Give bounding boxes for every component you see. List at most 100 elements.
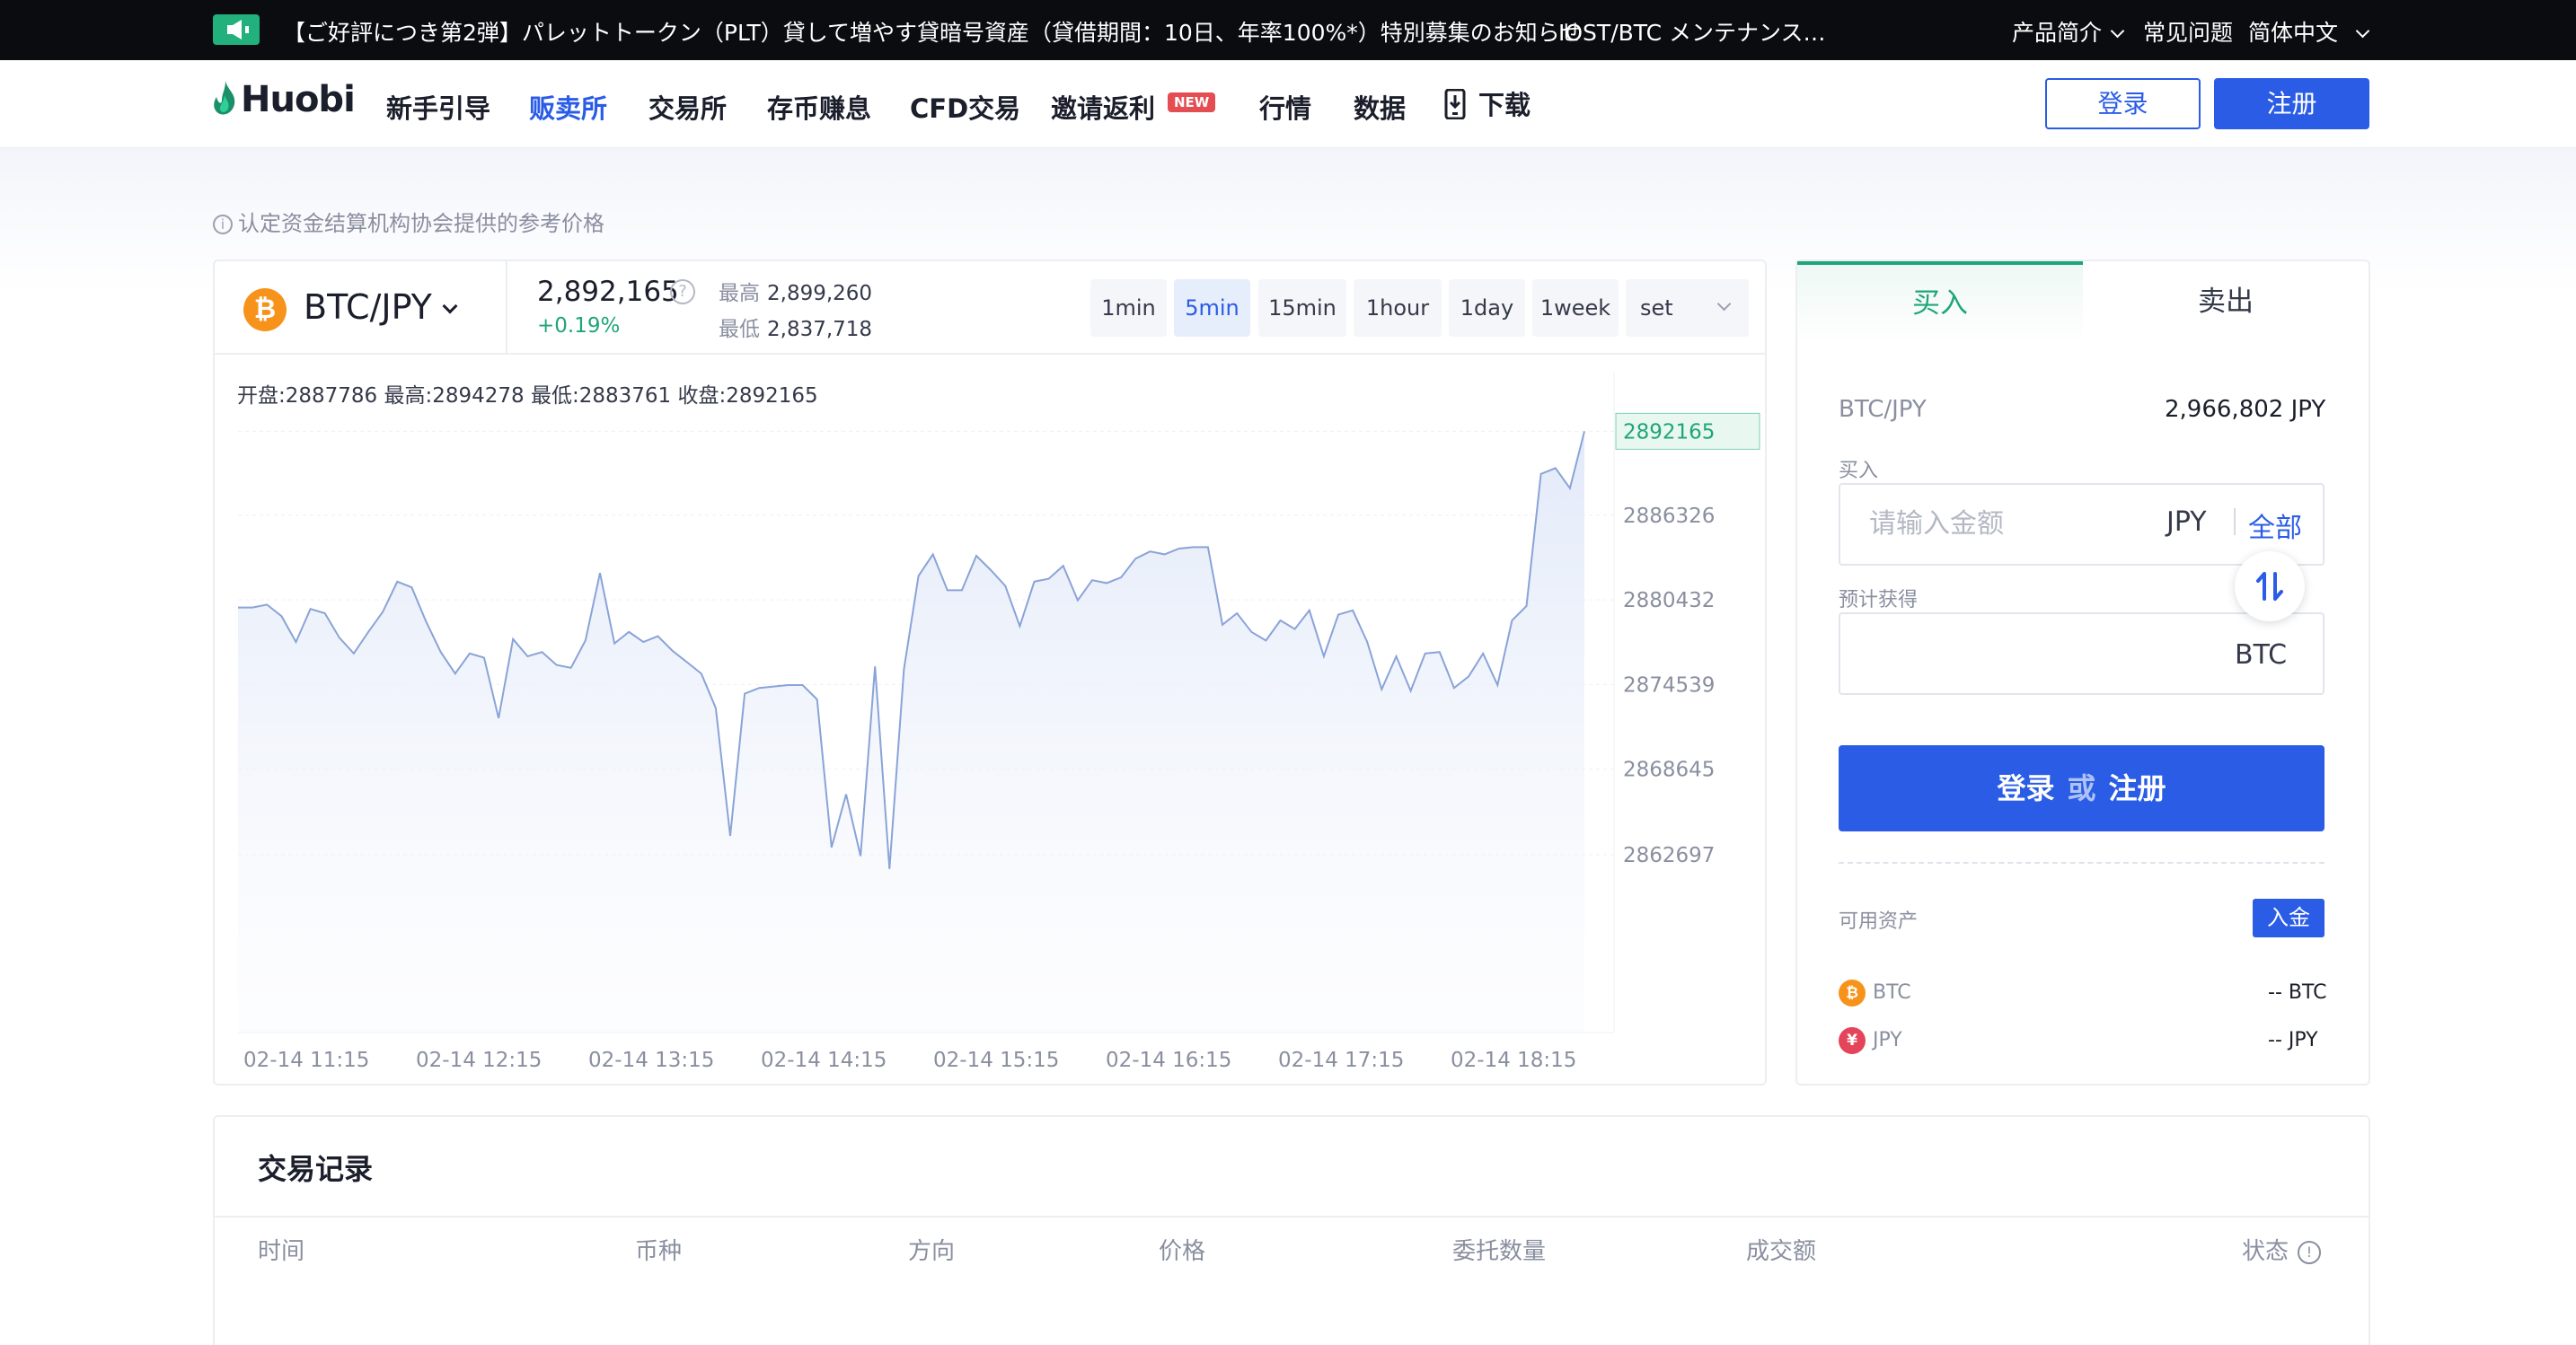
chevron-down-icon: [442, 298, 458, 314]
asset-btc-value: -- BTC: [2268, 981, 2327, 1004]
column-turnover: 成交额: [1746, 1238, 1817, 1265]
chart-settings-select[interactable]: set: [1626, 279, 1749, 337]
low-label: 最低: [719, 318, 760, 341]
chevron-down-icon: [2110, 23, 2125, 39]
nav-item-beginner-guide[interactable]: 新手引导: [386, 88, 490, 126]
unit-divider: [2234, 508, 2236, 535]
y-tick-label: 2886326: [1623, 505, 1715, 528]
nav-item-cfd[interactable]: CFD交易: [910, 88, 1020, 126]
column-coin: 币种: [635, 1238, 683, 1265]
settings-label: set: [1640, 295, 1673, 321]
cta-login: 登录: [1997, 771, 2055, 805]
trade-pair-label: BTC/JPY: [1839, 396, 1927, 423]
y-tick-label: 2862697: [1623, 844, 1715, 867]
announcement-text-2[interactable]: IOST/BTC メンテナンスの...: [1558, 15, 1828, 48]
timeframe-1day[interactable]: 1day: [1449, 279, 1525, 337]
cta-or: 或: [2067, 771, 2096, 805]
asset-jpy-value: -- JPY: [2268, 1029, 2318, 1051]
x-tick-label: 02-14 13:15: [588, 1049, 714, 1072]
dashed-divider: [1839, 862, 2325, 864]
y-tick-label: 2868645: [1623, 759, 1715, 782]
estimate-label: 预计获得: [1839, 589, 1919, 611]
logo-text[interactable]: Huobi: [241, 79, 356, 120]
column-order-quantity: 委托数量: [1452, 1238, 1547, 1265]
price-chart[interactable]: 2886326 2880432 2874539 2868645 2862697 02-1…: [213, 355, 1767, 1084]
trade-records-title: 交易记录: [258, 1152, 374, 1186]
high-value: 2,899,260: [767, 282, 873, 305]
column-price: 价格: [1159, 1238, 1206, 1265]
nav-item-data[interactable]: 数据: [1354, 88, 1406, 126]
x-tick-label: 02-14 12:15: [416, 1049, 542, 1072]
asset-jpy-label: JPY: [1873, 1029, 1902, 1051]
column-direction: 方向: [908, 1238, 956, 1265]
records-divider: [215, 1216, 2369, 1218]
swap-button[interactable]: [2235, 551, 2305, 621]
low-value: 2,837,718: [767, 318, 873, 341]
register-button[interactable]: 注册: [2214, 78, 2369, 129]
trade-quote-price: 2,966,802 JPY: [2165, 396, 2326, 423]
jpy-coin-icon: ¥: [1839, 1027, 1866, 1054]
x-tick-label: 02-14 15:15: [933, 1049, 1059, 1072]
btc-coin-icon: ₿: [1839, 980, 1866, 1007]
timeframe-5min[interactable]: 5min: [1174, 279, 1250, 337]
help-icon[interactable]: ?: [670, 279, 695, 304]
column-status-label: 状态: [2242, 1238, 2289, 1265]
phone-download-icon: [1444, 88, 1466, 126]
announcement-text[interactable]: 【ご好評につき第2弾】パレットトークン（PLT）貸して増やす貸暗号資産（貸借期間…: [283, 15, 1582, 48]
unit-jpy: JPY: [2166, 506, 2207, 538]
trade-records-panel: [213, 1115, 2370, 1345]
header-divider: [506, 261, 507, 353]
buy-amount-label: 买入: [1839, 460, 1879, 482]
nav-item-brokerage[interactable]: 贩卖所: [529, 88, 607, 126]
amount-input[interactable]: [1869, 508, 2139, 540]
tab-sell[interactable]: 卖出: [2083, 261, 2369, 344]
timeframe-1week[interactable]: 1week: [1532, 279, 1619, 337]
low-price: 最低 2,837,718: [719, 312, 872, 342]
swap-arrows-icon: [2256, 572, 2283, 601]
chevron-down-icon: [2355, 23, 2370, 39]
info-icon: i: [213, 215, 233, 234]
unit-btc: BTC: [2235, 639, 2288, 671]
price-area: [238, 431, 1584, 1033]
download-label: 下载: [1478, 90, 1531, 120]
column-time: 时间: [258, 1238, 305, 1265]
x-tick-label: 02-14 16:15: [1106, 1049, 1231, 1072]
x-tick-label: 02-14 11:15: [243, 1049, 369, 1072]
price-change: +0.19%: [537, 314, 621, 338]
current-price-label: 2892165: [1623, 420, 1715, 444]
products-menu[interactable]: 产品简介: [2012, 15, 2125, 48]
timeframe-15min[interactable]: 15min: [1258, 279, 1346, 337]
login-or-register-button[interactable]: 登录或注册: [1839, 745, 2325, 831]
timeframe-1hour[interactable]: 1hour: [1354, 279, 1442, 337]
asset-btc-label: BTC: [1873, 981, 1911, 1004]
new-badge: NEW: [1168, 92, 1216, 112]
btc-coin-icon: ₿: [243, 288, 287, 331]
pair-label: BTC/JPY: [304, 287, 432, 327]
deposit-button[interactable]: 入金: [2253, 899, 2325, 937]
nav-item-referral[interactable]: 邀请返利: [1051, 88, 1155, 126]
chevron-down-icon: [1716, 296, 1732, 312]
last-price: 2,892,165: [537, 276, 679, 308]
nav-item-markets[interactable]: 行情: [1259, 88, 1311, 126]
faq-link[interactable]: 常见问题: [2143, 15, 2233, 48]
nav-item-exchange[interactable]: 交易所: [648, 88, 727, 126]
products-menu-label: 产品简介: [2012, 20, 2103, 46]
tab-buy[interactable]: 买入: [1797, 261, 2083, 344]
timeframe-1min[interactable]: 1min: [1090, 279, 1167, 337]
x-tick-label: 02-14 14:15: [761, 1049, 887, 1072]
nav-item-download[interactable]: 下载: [1444, 84, 1531, 126]
y-tick-label: 2874539: [1623, 673, 1715, 697]
status-info-icon[interactable]: !: [2298, 1240, 2322, 1264]
huobi-flame-logo-icon[interactable]: [213, 81, 236, 117]
available-assets-label: 可用资产: [1839, 910, 1919, 933]
megaphone-icon: [213, 14, 260, 45]
reference-price-text: 认定资金结算机构协会提供的参考价格: [238, 211, 604, 236]
high-label: 最高: [719, 282, 760, 305]
pair-selector[interactable]: BTC/JPY: [304, 287, 458, 327]
x-tick-label: 02-14 18:15: [1451, 1049, 1576, 1072]
cta-register: 注册: [2108, 771, 2166, 805]
nav-item-savings[interactable]: 存币赚息: [767, 88, 871, 126]
login-button[interactable]: 登录: [2045, 78, 2201, 129]
all-amount-button[interactable]: 全部: [2248, 505, 2302, 545]
language-select[interactable]: 简体中文: [2248, 15, 2370, 48]
